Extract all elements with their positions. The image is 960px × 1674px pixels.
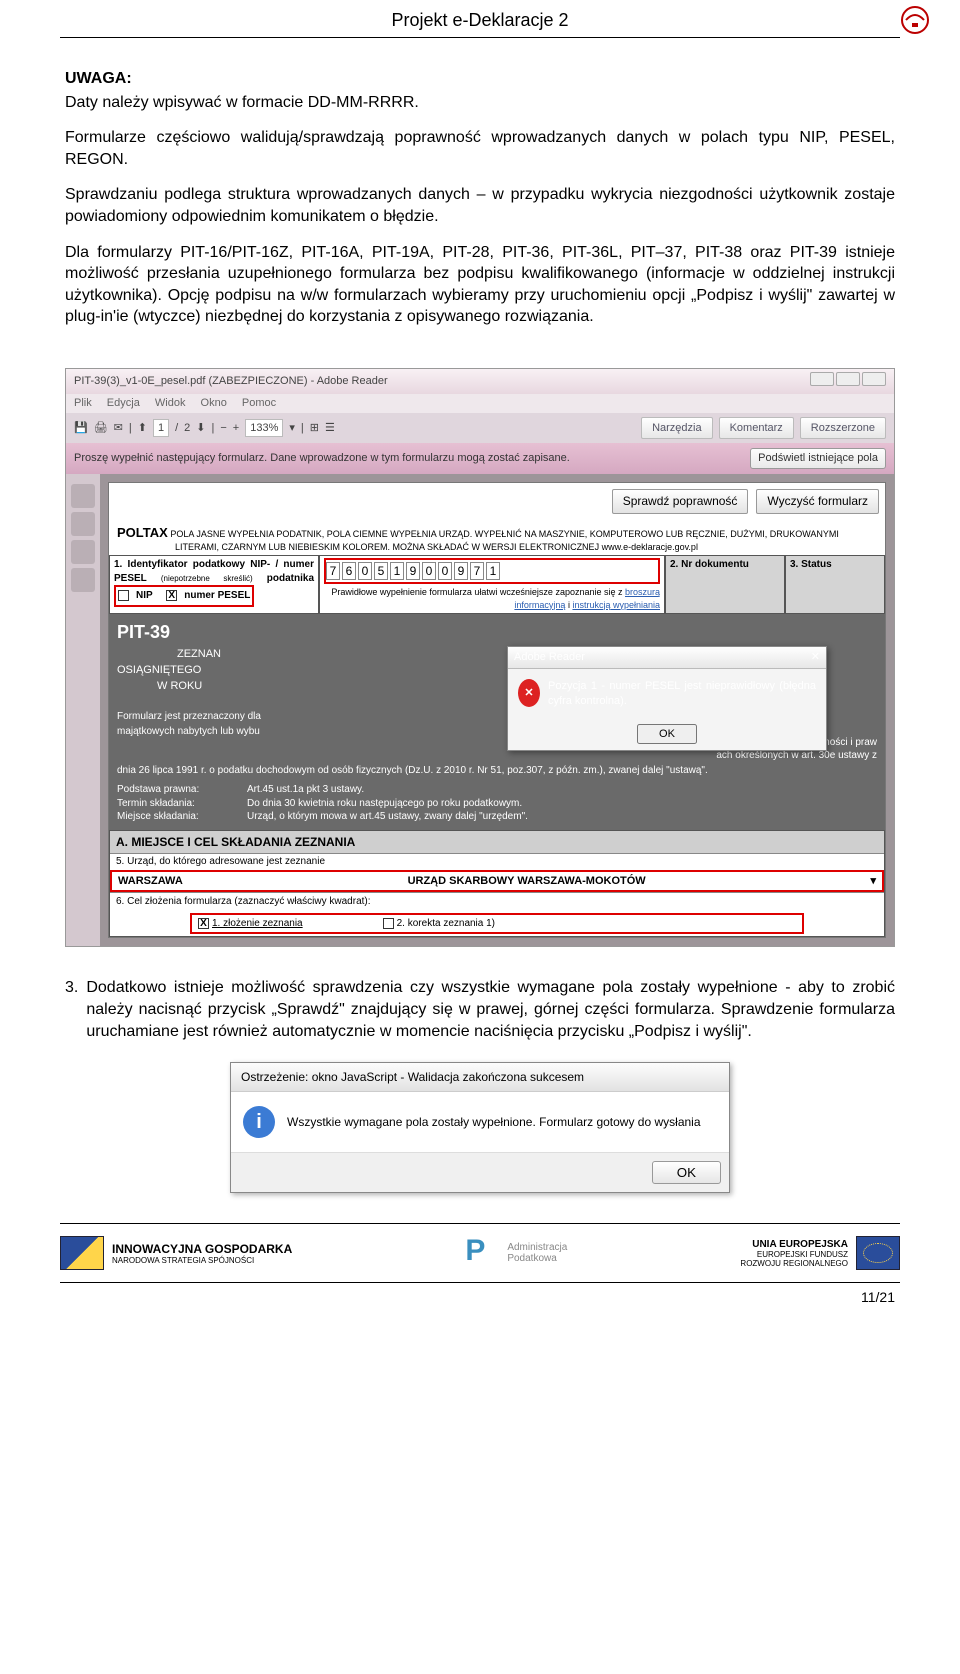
infobar-text: Proszę wypełnić następujący formularz. D… <box>74 451 570 466</box>
page-header: Projekt e-Deklaracje 2 <box>0 0 960 31</box>
section-a-header: A. MIEJSCE I CEL SKŁADANIA ZEZNANIA <box>110 831 884 853</box>
page-number-input[interactable]: 1 <box>153 419 169 438</box>
opt1-checkbox[interactable]: X <box>198 918 209 929</box>
nip-label: NIP <box>136 589 153 603</box>
paragraph-2: Sprawdzaniu podlega struktura wprowadzan… <box>65 184 895 227</box>
footer-left: INNOWACYJNA GOSPODARKA NARODOWA STRATEGI… <box>60 1236 292 1270</box>
footer-right: UNIA EUROPEJSKA EUROPEJSKI FUNDUSZ ROZWO… <box>740 1236 900 1270</box>
success-dialog: Ostrzeżenie: okno JavaScript - Walidacja… <box>230 1062 730 1193</box>
section-a: A. MIEJSCE I CEL SKŁADANIA ZEZNANIA 5. U… <box>109 830 885 938</box>
close-icon[interactable] <box>862 372 886 386</box>
pesel-checkbox[interactable]: X <box>166 590 177 601</box>
opt2-checkbox[interactable] <box>383 918 394 929</box>
menubar: Plik Edycja Widok Okno Pomoc <box>66 394 894 413</box>
form-infobar: Proszę wypełnić następujący formularz. D… <box>66 443 894 474</box>
dialog-ok-button[interactable]: OK <box>637 724 697 744</box>
nip-pesel-choice: NIP Xnumer PESEL <box>114 585 254 607</box>
zoom-value[interactable]: 133% <box>245 419 283 438</box>
mail-icon[interactable]: ✉ <box>114 421 123 436</box>
poltax-brand: POLTAX <box>117 525 168 540</box>
field3-label: 3. Status <box>790 559 832 570</box>
page-number: 11/21 <box>0 1287 960 1315</box>
field6-label: 6. Cel złożenia formularza (zaznaczyć wł… <box>110 892 884 911</box>
ig-logo-icon <box>60 1236 104 1270</box>
doc-title: Projekt e-Deklaracje 2 <box>391 10 568 30</box>
list-item-3: 3. Dodatkowo istnieje możliwość sprawdze… <box>65 977 895 1042</box>
menu-file[interactable]: Plik <box>74 397 92 409</box>
page-total: 2 <box>184 421 190 436</box>
form-code: PIT-39 <box>117 620 877 644</box>
poltax-line2: LITERAMI, CZARNYM LUB NIEBIESKIM KOLOREM… <box>175 542 698 552</box>
body-content: UWAGA: Daty należy wpisywać w formacie D… <box>0 38 960 1193</box>
window-title: PIT-39(3)_v1-0E_pesel.pdf (ZABEZPIECZONE… <box>74 374 388 389</box>
page-up-icon[interactable]: ⬆ <box>138 421 147 436</box>
page-sep: / <box>175 421 178 436</box>
comment-tab[interactable]: Komentarz <box>719 417 794 440</box>
save-icon[interactable]: 💾 <box>74 421 88 436</box>
zoom-in-icon[interactable]: + <box>233 421 239 436</box>
sidebar <box>66 474 100 946</box>
embedded-screenshot: PIT-39(3)_v1-0E_pesel.pdf (ZABEZPIECZONE… <box>65 368 895 948</box>
document-area: Sprawdź poprawność Wyczyść formularz POL… <box>100 474 894 946</box>
logo-icon <box>900 5 930 35</box>
dialog-message: Pozycja 1 - numer PESEL jest nieprawidło… <box>548 679 816 709</box>
instrukcja-link[interactable]: instrukcją wypełniania <box>572 600 660 610</box>
success-ok-button[interactable]: OK <box>652 1161 721 1184</box>
office-field[interactable]: WARSZAWA URZĄD SKARBOWY WARSZAWA-MOKOTÓW… <box>110 870 884 893</box>
pesel-field[interactable]: 7 6 0 5 1 9 0 0 9 7 1 <box>324 558 660 584</box>
field2-label: 2. Nr dokumentu <box>670 559 749 570</box>
field5-label: 5. Urząd, do którego adresowane jest zez… <box>110 853 884 870</box>
print-icon[interactable]: 🖨 <box>94 421 108 436</box>
blue-hint: Prawidłowe wypełnienie formularza ułatwi… <box>324 586 660 610</box>
menu-view[interactable]: Widok <box>155 397 186 409</box>
purpose-options: X1. złożenie zeznania 2. korekta zeznani… <box>190 913 804 935</box>
signature-icon[interactable] <box>71 540 95 564</box>
dialog-close-icon[interactable]: ✕ <box>811 650 820 665</box>
attachment-icon[interactable] <box>71 568 95 592</box>
form-header-dark: PIT-39 ZEZNAN OSIĄGNIĘTEGO W ROKU Formul… <box>109 614 885 830</box>
tool-icon-2[interactable]: ☰ <box>325 421 335 436</box>
pesel-label: numer PESEL <box>184 589 250 603</box>
maximize-icon[interactable] <box>836 372 860 386</box>
menu-help[interactable]: Pomoc <box>242 397 276 409</box>
clear-form-button[interactable]: Wyczyść formularz <box>756 489 879 513</box>
minimize-icon[interactable] <box>810 372 834 386</box>
footer-middle: P Administracja Podatkowa <box>465 1234 567 1272</box>
eu-logo-icon <box>856 1236 900 1270</box>
menu-edit[interactable]: Edycja <box>107 397 140 409</box>
tools-tab[interactable]: Narzędzia <box>641 417 713 440</box>
uwaga-text: Daty należy wpisywać w formacie DD-MM-RR… <box>65 92 895 114</box>
dialog-title: Adobe Reader <box>514 650 585 665</box>
window-controls[interactable] <box>808 372 886 391</box>
success-dialog-message: Wszystkie wymagane pola zostały wypełnio… <box>287 1114 701 1130</box>
paragraph-3: Dla formularzy PIT-16/PIT-16Z, PIT-16A, … <box>65 242 895 328</box>
info-icon: i <box>243 1106 275 1138</box>
thumbnails-icon[interactable] <box>71 484 95 508</box>
id-row: 1. Identyfikator podatkowy NIP- / numer … <box>109 555 885 613</box>
poltax-header: POLTAX POLA JASNE WYPEŁNIA PODATNIK, POL… <box>109 520 885 556</box>
success-dialog-title: Ostrzeżenie: okno JavaScript - Walidacja… <box>231 1063 729 1092</box>
page-footer: INNOWACYJNA GOSPODARKA NARODOWA STRATEGI… <box>0 1223 960 1315</box>
tool-icon[interactable]: ⊞ <box>310 421 319 436</box>
error-dialog: Adobe Reader ✕ ✕ Pozycja 1 - numer PESEL… <box>507 646 827 752</box>
item3-number: 3. <box>65 977 78 1042</box>
zoom-out-icon[interactable]: − <box>220 421 226 436</box>
toolbar: 💾 🖨 ✉ | ⬆ 1 / 2 ⬇ | − + 133% ▾ | ⊞ ☰ Nar… <box>66 413 894 444</box>
field1-label: 1. Identyfikator podatkowy NIP- / numer … <box>114 559 314 584</box>
extended-tab[interactable]: Rozszerzone <box>800 417 886 440</box>
nip-checkbox[interactable] <box>118 590 129 601</box>
page-down-icon[interactable]: ⬇ <box>196 421 205 436</box>
lock-icon[interactable] <box>71 512 95 536</box>
admin-logo-icon: P <box>465 1234 499 1272</box>
error-icon: ✕ <box>518 679 540 707</box>
paragraph-1: Formularze częściowo walidują/sprawdzają… <box>65 127 895 170</box>
uwaga-label: UWAGA: <box>65 70 132 87</box>
highlight-fields-button[interactable]: Podświetl istniejące pola <box>750 448 886 469</box>
poltax-line1: POLA JASNE WYPEŁNIA PODATNIK, POLA CIEMN… <box>170 529 839 539</box>
dropdown-icon[interactable]: ▾ <box>870 874 876 889</box>
menu-window[interactable]: Okno <box>201 397 227 409</box>
window-titlebar: PIT-39(3)_v1-0E_pesel.pdf (ZABEZPIECZONE… <box>66 369 894 394</box>
item3-text: Dodatkowo istnieje możliwość sprawdzenia… <box>86 977 895 1042</box>
validate-button[interactable]: Sprawdź poprawność <box>612 489 749 513</box>
